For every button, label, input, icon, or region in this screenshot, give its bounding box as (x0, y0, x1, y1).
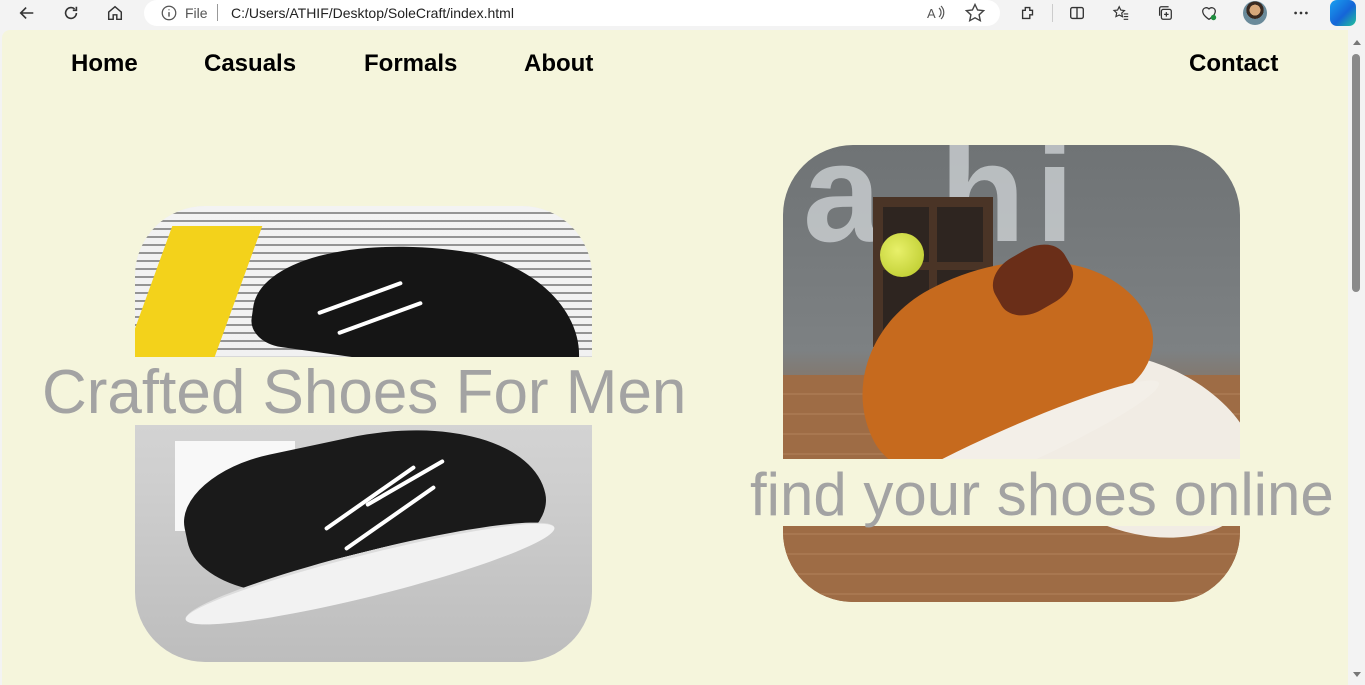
nav-home[interactable]: Home (71, 50, 138, 78)
copilot-icon[interactable] (1330, 0, 1356, 26)
read-aloud-icon[interactable]: A (926, 3, 946, 23)
favorite-star-icon[interactable] (964, 2, 986, 24)
scroll-down-icon[interactable] (1353, 672, 1361, 677)
page-scrollbar[interactable] (1348, 30, 1365, 685)
page-viewport: Home Casuals Formals About Contact a hi … (2, 30, 1348, 685)
collections-icon[interactable] (1151, 1, 1179, 25)
nav-about[interactable]: About (524, 50, 593, 78)
toolbar-separator (1052, 4, 1053, 22)
refresh-icon[interactable] (57, 1, 85, 25)
nav-formals[interactable]: Formals (364, 50, 457, 78)
orange-suede-shoe-image: a hi (783, 145, 1240, 602)
hero-heading-right: find your shoes online (750, 459, 1340, 526)
split-screen-icon[interactable] (1063, 1, 1091, 25)
svg-text:A: A (927, 6, 936, 21)
scroll-thumb[interactable] (1352, 54, 1360, 292)
more-icon[interactable] (1287, 1, 1315, 25)
home-icon[interactable] (101, 1, 129, 25)
address-separator (217, 4, 218, 21)
browser-essentials-icon[interactable] (1195, 1, 1223, 25)
file-label: File (185, 5, 208, 21)
back-icon[interactable] (13, 1, 41, 25)
nav-contact[interactable]: Contact (1189, 50, 1278, 78)
profile-avatar[interactable] (1243, 1, 1267, 25)
black-sneaker-image (135, 206, 592, 662)
hero-heading-left: Crafted Shoes For Men (42, 357, 687, 427)
url-text[interactable]: C:/Users/ATHIF/Desktop/SoleCraft/index.h… (231, 5, 514, 21)
extensions-icon[interactable] (1014, 1, 1042, 25)
nav-casuals[interactable]: Casuals (204, 50, 296, 78)
address-bar[interactable]: File C:/Users/ATHIF/Desktop/SoleCraft/in… (144, 0, 1000, 26)
scroll-up-icon[interactable] (1353, 40, 1361, 45)
browser-toolbar: File C:/Users/ATHIF/Desktop/SoleCraft/in… (0, 0, 1365, 30)
favorites-icon[interactable] (1107, 1, 1135, 25)
info-icon[interactable] (160, 4, 178, 22)
